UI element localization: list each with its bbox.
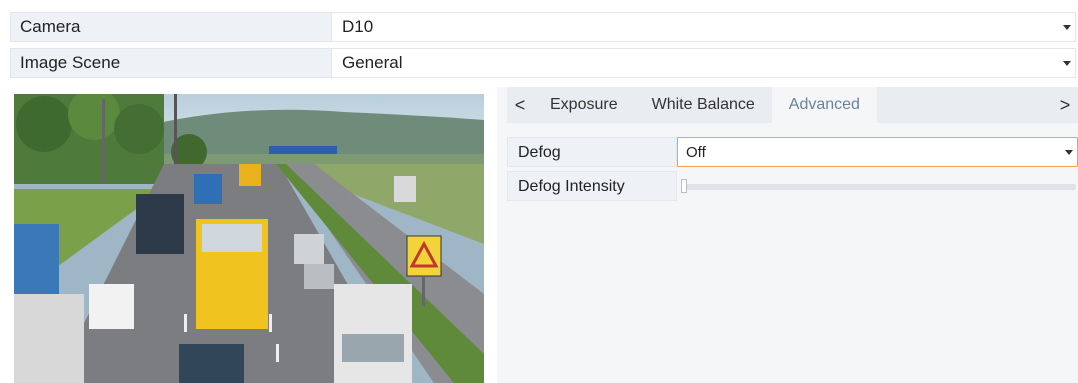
defog-label: Defog bbox=[507, 137, 677, 167]
image-scene-row: Image Scene General bbox=[10, 48, 1076, 78]
tab-white-balance[interactable]: White Balance bbox=[635, 87, 772, 123]
defog-select[interactable]: Off bbox=[677, 137, 1078, 167]
chevron-down-icon bbox=[1065, 150, 1073, 155]
image-scene-select-value: General bbox=[342, 53, 403, 72]
image-settings-panel: < Exposure White Balance Advanced > Defo… bbox=[497, 87, 1078, 383]
defog-row: Defog Off bbox=[507, 137, 1078, 167]
defog-intensity-slider[interactable] bbox=[677, 171, 1078, 201]
tab-scroll-right-icon[interactable]: > bbox=[1052, 87, 1078, 123]
camera-label: Camera bbox=[11, 13, 332, 41]
camera-select[interactable]: D10 bbox=[332, 13, 1075, 41]
live-preview-image bbox=[14, 94, 484, 383]
defog-select-box[interactable]: Off bbox=[677, 137, 1078, 167]
defog-select-value: Off bbox=[686, 144, 706, 161]
tab-advanced[interactable]: Advanced bbox=[771, 87, 877, 123]
chevron-down-icon bbox=[1063, 25, 1071, 30]
image-scene-select[interactable]: General bbox=[332, 49, 1075, 77]
traffic-scene-illustration bbox=[14, 94, 484, 383]
slider-track[interactable] bbox=[683, 184, 1076, 190]
chevron-down-icon bbox=[1063, 61, 1071, 66]
camera-select-value: D10 bbox=[342, 17, 374, 36]
defog-intensity-label: Defog Intensity bbox=[507, 171, 677, 201]
slider-handle[interactable] bbox=[681, 179, 687, 193]
settings-tab-bar: < Exposure White Balance Advanced > bbox=[507, 87, 1078, 123]
camera-row: Camera D10 bbox=[10, 12, 1076, 42]
tab-exposure[interactable]: Exposure bbox=[533, 87, 635, 123]
tab-scroll-left-icon[interactable]: < bbox=[507, 87, 533, 123]
defog-intensity-row: Defog Intensity bbox=[507, 171, 1078, 201]
image-scene-label: Image Scene bbox=[11, 49, 332, 77]
